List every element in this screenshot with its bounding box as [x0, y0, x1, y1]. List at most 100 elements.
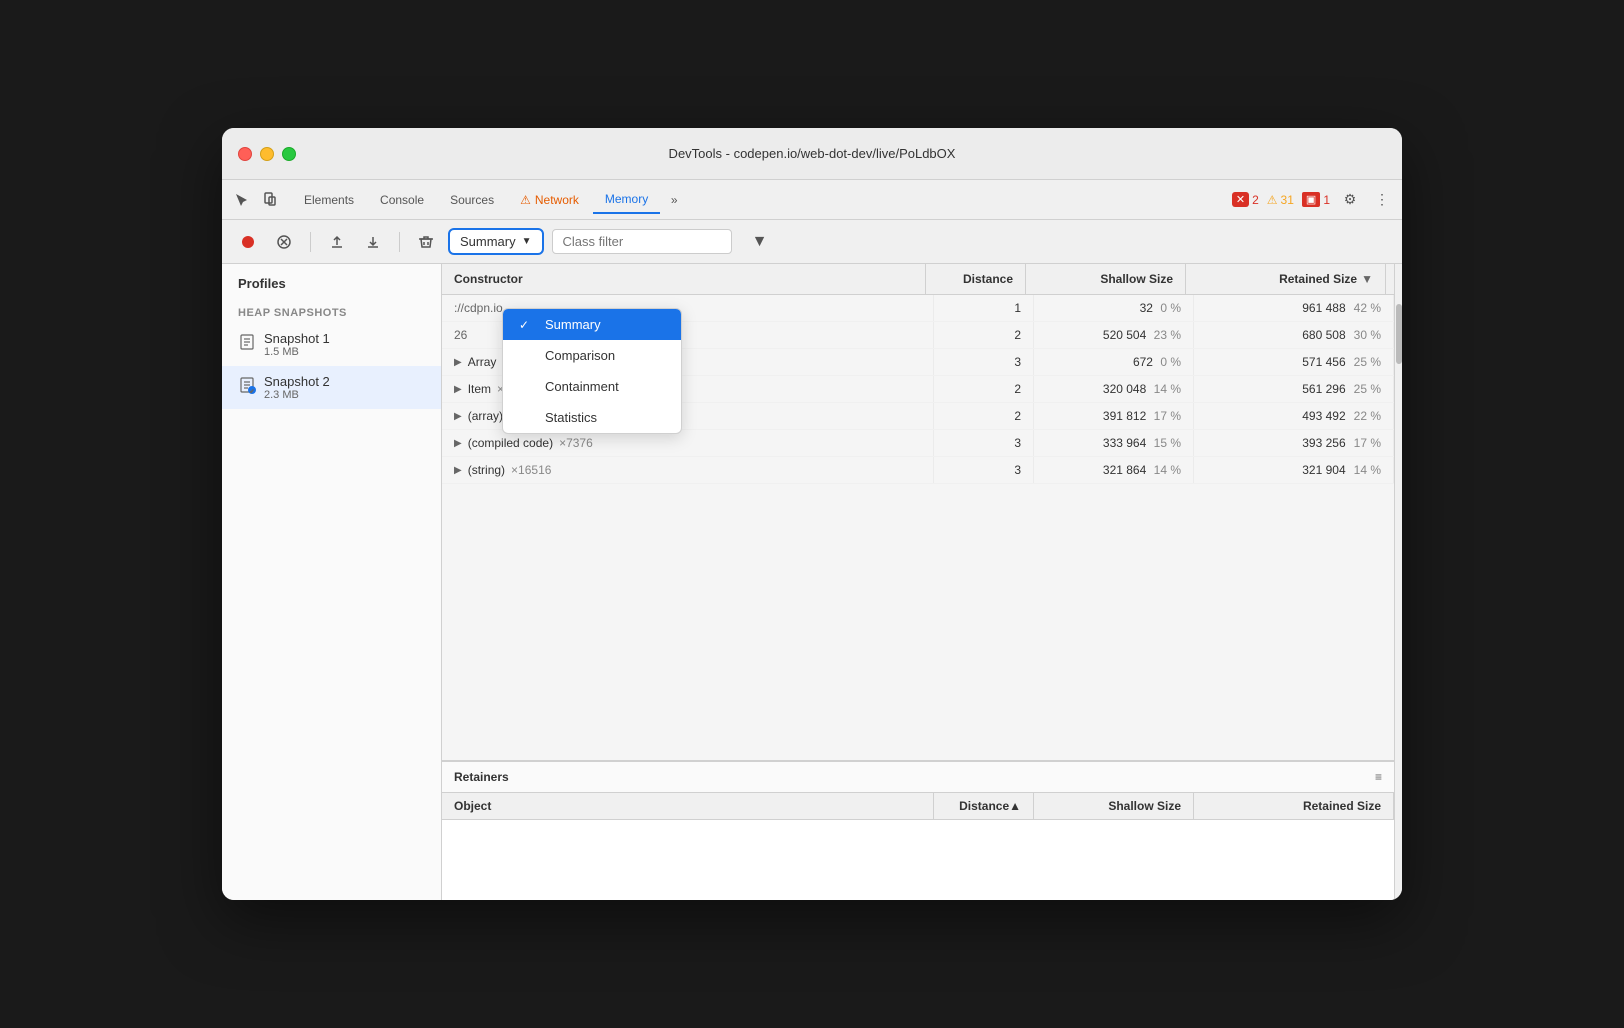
view-selector[interactable]: Summary ▼	[448, 228, 544, 255]
row-retained-6: 321 904 14 %	[1194, 457, 1394, 483]
row-distance-5: 3	[934, 430, 1034, 456]
warning-triangle-icon: ⚠	[1267, 193, 1278, 207]
summary-dropdown[interactable]: ✓ Summary Comparison Containment Statist…	[502, 308, 682, 434]
cursor-icon[interactable]	[230, 188, 254, 212]
close-button[interactable]	[238, 147, 252, 161]
snapshot-2-icon: ✓	[238, 376, 256, 399]
toolbar-divider-1	[310, 232, 311, 252]
row-distance-2: 3	[934, 349, 1034, 375]
maximize-button[interactable]	[282, 147, 296, 161]
row-shallow-4: 391 812 17 %	[1034, 403, 1194, 429]
tab-console[interactable]: Console	[368, 187, 436, 213]
retainers-header-distance[interactable]: Distance▲	[934, 793, 1034, 819]
retainers-header-object[interactable]: Object	[442, 793, 934, 819]
retainers-menu-icon[interactable]: ≡	[1375, 770, 1382, 784]
upload-button[interactable]	[323, 228, 351, 256]
class-filter-input[interactable]	[552, 229, 732, 254]
warning-icon: ⚠	[520, 193, 531, 207]
filter-dropdown-button[interactable]: ▼	[748, 230, 772, 254]
devtools-window: DevTools - codepen.io/web-dot-dev/live/P…	[222, 128, 1402, 900]
row-distance-6: 3	[934, 457, 1034, 483]
retainers-header-shallow[interactable]: Shallow Size	[1034, 793, 1194, 819]
record-button[interactable]	[234, 228, 262, 256]
retainers-table-header: Object Distance▲ Shallow Size Retained S…	[442, 793, 1394, 820]
row-retained-5: 393 256 17 %	[1194, 430, 1394, 456]
traffic-lights	[238, 147, 296, 161]
more-options-icon[interactable]: ⋮	[1370, 188, 1394, 212]
expand-icon[interactable]: ▶	[454, 438, 462, 449]
tab-sources[interactable]: Sources	[438, 187, 506, 213]
header-shallow-size[interactable]: Shallow Size	[1026, 264, 1186, 294]
snapshot-2-info: Snapshot 2 2.3 MB	[264, 374, 330, 401]
expand-icon[interactable]: ▶	[454, 384, 462, 395]
warning-badge[interactable]: ⚠ 31	[1267, 193, 1294, 207]
scrollbar-thumb[interactable]	[1396, 304, 1402, 364]
scrollbar[interactable]	[1394, 264, 1402, 900]
minimize-button[interactable]	[260, 147, 274, 161]
content-area: ✓ Summary Comparison Containment Statist…	[442, 264, 1394, 900]
devtools-icons	[230, 188, 282, 212]
info-square-icon: ▣	[1302, 192, 1320, 207]
row-constructor-6: ▶ (string) ×16516	[442, 457, 934, 483]
retainers-empty-area	[442, 820, 1394, 900]
dropdown-comparison[interactable]: Comparison	[503, 340, 681, 371]
retainers-section: Retainers ≡ Object Distance▲ Shallow Siz…	[442, 760, 1394, 900]
snapshot-1-info: Snapshot 1 1.5 MB	[264, 331, 330, 358]
window-title: DevTools - codepen.io/web-dot-dev/live/P…	[669, 146, 956, 161]
view-select-label: Summary	[460, 234, 516, 249]
snapshot-1-icon	[238, 333, 256, 356]
sidebar: Profiles HEAP SNAPSHOTS Snapshot 1 1.5 M	[222, 264, 442, 900]
row-shallow-6: 321 864 14 %	[1034, 457, 1194, 483]
row-retained-0: 961 488 42 %	[1194, 295, 1394, 321]
heap-table-header: Constructor Distance Shallow Size Retain…	[442, 264, 1394, 295]
toolbar-divider-2	[399, 232, 400, 252]
snapshot-1-name: Snapshot 1	[264, 331, 330, 346]
dropdown-summary[interactable]: ✓ Summary	[503, 309, 681, 340]
summary-dropdown-button[interactable]: Summary ▼	[448, 228, 544, 255]
tab-elements[interactable]: Elements	[292, 187, 366, 213]
row-shallow-3: 320 048 14 %	[1034, 376, 1194, 402]
row-distance-0: 1	[934, 295, 1034, 321]
memory-toolbar: Summary ▼ ▼	[222, 220, 1402, 264]
device-icon[interactable]	[258, 188, 282, 212]
check-icon: ✓	[519, 318, 535, 332]
table-row[interactable]: ▶ (string) ×16516 3 321 864 14 % 321 9	[442, 457, 1394, 484]
header-distance[interactable]: Distance	[926, 264, 1026, 294]
snapshot-item-2[interactable]: ✓ Snapshot 2 2.3 MB	[222, 366, 441, 409]
collect-garbage-button[interactable]	[412, 228, 440, 256]
retainers-header-retained[interactable]: Retained Size	[1194, 793, 1394, 819]
stop-button[interactable]	[270, 228, 298, 256]
table-row[interactable]: ▶ (compiled code) ×7376 3 333 964 15 %	[442, 430, 1394, 457]
row-distance-1: 2	[934, 322, 1034, 348]
sidebar-title: Profiles	[222, 276, 441, 299]
scrollbar-spacer	[1386, 264, 1394, 294]
tabs-bar: Elements Console Sources ⚠ Network Memor…	[222, 180, 1402, 220]
dropdown-statistics[interactable]: Statistics	[503, 402, 681, 433]
snapshot-item-1[interactable]: Snapshot 1 1.5 MB	[222, 323, 441, 366]
dropdown-containment[interactable]: Containment	[503, 371, 681, 402]
row-retained-1: 680 508 30 %	[1194, 322, 1394, 348]
header-retained-size[interactable]: Retained Size ▼	[1186, 264, 1386, 294]
row-shallow-2: 672 0 %	[1034, 349, 1194, 375]
header-constructor[interactable]: Constructor	[442, 264, 926, 294]
main-area: Profiles HEAP SNAPSHOTS Snapshot 1 1.5 M	[222, 264, 1402, 900]
expand-icon[interactable]: ▶	[454, 411, 462, 422]
snapshot-1-size: 1.5 MB	[264, 346, 330, 358]
row-shallow-5: 333 964 15 %	[1034, 430, 1194, 456]
title-bar: DevTools - codepen.io/web-dot-dev/live/P…	[222, 128, 1402, 180]
settings-icon[interactable]: ⚙	[1338, 188, 1362, 212]
info-badge[interactable]: ▣ 1	[1302, 192, 1330, 207]
tab-network[interactable]: ⚠ Network	[508, 187, 591, 213]
sort-down-icon: ▼	[1361, 272, 1373, 286]
error-badge[interactable]: ✕ 2	[1232, 192, 1259, 207]
row-shallow-1: 520 504 23 %	[1034, 322, 1194, 348]
error-icon: ✕	[1232, 192, 1249, 207]
tab-memory[interactable]: Memory	[593, 186, 660, 214]
row-retained-4: 493 492 22 %	[1194, 403, 1394, 429]
expand-icon[interactable]: ▶	[454, 465, 462, 476]
retainers-header: Retainers ≡	[442, 762, 1394, 793]
download-button[interactable]	[359, 228, 387, 256]
expand-icon[interactable]: ▶	[454, 357, 462, 368]
more-tabs-icon[interactable]: »	[662, 188, 686, 212]
dropdown-arrow-icon: ▼	[522, 236, 532, 247]
